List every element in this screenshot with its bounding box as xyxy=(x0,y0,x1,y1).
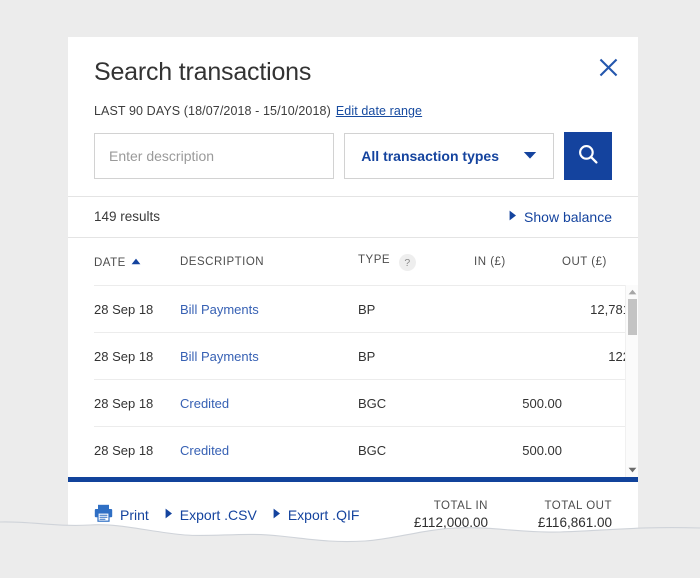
table-row: 28 Sep 18Bill PaymentsBP122.00 xyxy=(94,332,638,380)
page-title: Search transactions xyxy=(94,58,312,86)
search-description-input[interactable] xyxy=(94,132,335,179)
transactions-table-header: DATE DESCRIPTION TYPE? IN (£) OUT (£) xyxy=(68,238,638,286)
column-header-description[interactable]: DESCRIPTION xyxy=(180,238,358,286)
cell-date: 28 Sep 18 xyxy=(94,426,180,473)
total-in: TOTAL IN £112,000.00 xyxy=(392,500,488,530)
total-out: TOTAL OUT £116,861.00 xyxy=(516,500,612,530)
cell-type: BGC xyxy=(358,426,474,473)
results-count: 149 results xyxy=(94,209,161,224)
cell-description: Credited xyxy=(180,379,358,427)
show-balance-label: Show balance xyxy=(524,208,612,225)
edit-date-range-link[interactable]: Edit date range xyxy=(336,104,422,118)
results-bar: 149 results Show balance xyxy=(68,195,638,238)
scroll-up-arrow-icon[interactable] xyxy=(626,286,638,298)
description-link[interactable]: Bill Payments xyxy=(180,302,259,317)
search-button[interactable] xyxy=(564,131,612,180)
cell-date: 28 Sep 18 xyxy=(94,285,180,333)
column-header-type[interactable]: TYPE? xyxy=(358,238,474,286)
column-header-description-label: DESCRIPTION xyxy=(180,256,265,269)
search-transactions-dialog: Search transactions LAST 90 DAYS (18/07/… xyxy=(68,37,638,545)
total-out-value: £116,861.00 xyxy=(537,515,612,530)
description-link[interactable]: Credited xyxy=(180,396,229,411)
cell-in: 500.00 xyxy=(474,379,562,427)
scroll-down-arrow-icon[interactable] xyxy=(626,464,638,476)
show-balance-toggle[interactable]: Show balance xyxy=(509,208,612,226)
cell-type: BGC xyxy=(358,379,474,427)
column-header-in[interactable]: IN (£) xyxy=(474,238,562,286)
close-icon xyxy=(599,58,618,77)
total-in-label: TOTAL IN xyxy=(433,500,488,512)
table-row: 28 Sep 18 Credited BGC 500.00 xyxy=(94,426,638,473)
transaction-type-select[interactable]: All transaction types xyxy=(344,132,554,179)
cell-description: Credited xyxy=(180,426,358,473)
description-link[interactable]: Credited xyxy=(180,443,229,458)
scrollbar-thumb[interactable] xyxy=(628,299,637,335)
triangle-right-icon xyxy=(273,506,281,524)
export-csv-label: Export .CSV xyxy=(179,507,257,523)
footer-totals: TOTAL IN £112,000.00 TOTAL OUT £116,861.… xyxy=(392,500,612,530)
triangle-right-icon xyxy=(509,208,517,226)
cell-description: Bill Payments xyxy=(180,285,358,333)
print-label: Print xyxy=(120,507,149,523)
description-link[interactable]: Bill Payments xyxy=(180,349,259,364)
printer-icon xyxy=(94,504,113,527)
table-scrollbar[interactable] xyxy=(625,285,638,477)
total-out-label: TOTAL OUT xyxy=(544,500,612,512)
cell-in xyxy=(474,332,562,380)
cell-in xyxy=(474,285,562,333)
dialog-header: Search transactions LAST 90 DAYS (18/07/… xyxy=(68,37,638,118)
date-range-label: LAST 90 DAYS (18/07/2018 - 15/10/2018) xyxy=(94,103,331,118)
total-in-value: £112,000.00 xyxy=(413,515,488,530)
triangle-right-icon xyxy=(165,506,173,524)
chevron-down-icon xyxy=(523,147,537,165)
caret-up-icon xyxy=(131,256,141,268)
date-range-row: LAST 90 DAYS (18/07/2018 - 15/10/2018) Ed… xyxy=(94,104,612,118)
cell-type: BP xyxy=(358,332,474,380)
print-button[interactable]: Print xyxy=(94,504,149,527)
transactions-table-body: 28 Sep 18Bill PaymentsBP12,781.0028 Sep … xyxy=(68,285,638,477)
export-qif-button[interactable]: Export .QIF xyxy=(273,506,360,524)
table-header-row: DATE DESCRIPTION TYPE? IN (£) OUT (£) xyxy=(94,238,638,286)
search-controls: All transaction types xyxy=(68,131,638,180)
cell-in: 500.00 xyxy=(474,426,562,473)
column-header-date[interactable]: DATE xyxy=(94,238,180,286)
transaction-type-select-label: All transaction types xyxy=(361,147,499,164)
cell-date: 28 Sep 18 xyxy=(94,332,180,380)
column-header-date-label: DATE xyxy=(94,256,126,269)
table-row: 28 Sep 18Bill PaymentsBP12,781.00 xyxy=(94,285,638,333)
cell-description: Bill Payments xyxy=(180,332,358,380)
cell-date: 28 Sep 18 xyxy=(94,379,180,427)
table-row: 28 Sep 18 Credited BGC 500.00 xyxy=(94,379,638,427)
export-qif-label: Export .QIF xyxy=(287,507,360,523)
column-header-out-label: OUT (£) xyxy=(562,256,607,269)
cell-type: BP xyxy=(358,285,474,333)
column-header-in-label: IN (£) xyxy=(474,256,506,269)
column-header-type-label: TYPE xyxy=(358,253,391,266)
dialog-footer: Print Export .CSV Export .QIF TOTAL IN £… xyxy=(68,482,638,536)
type-help-icon[interactable]: ? xyxy=(399,254,417,271)
column-header-out[interactable]: OUT (£) xyxy=(562,238,638,286)
export-csv-button[interactable]: Export .CSV xyxy=(165,506,257,524)
close-button[interactable] xyxy=(594,53,622,81)
search-icon xyxy=(577,143,599,168)
footer-actions: Print Export .CSV Export .QIF xyxy=(94,504,359,527)
